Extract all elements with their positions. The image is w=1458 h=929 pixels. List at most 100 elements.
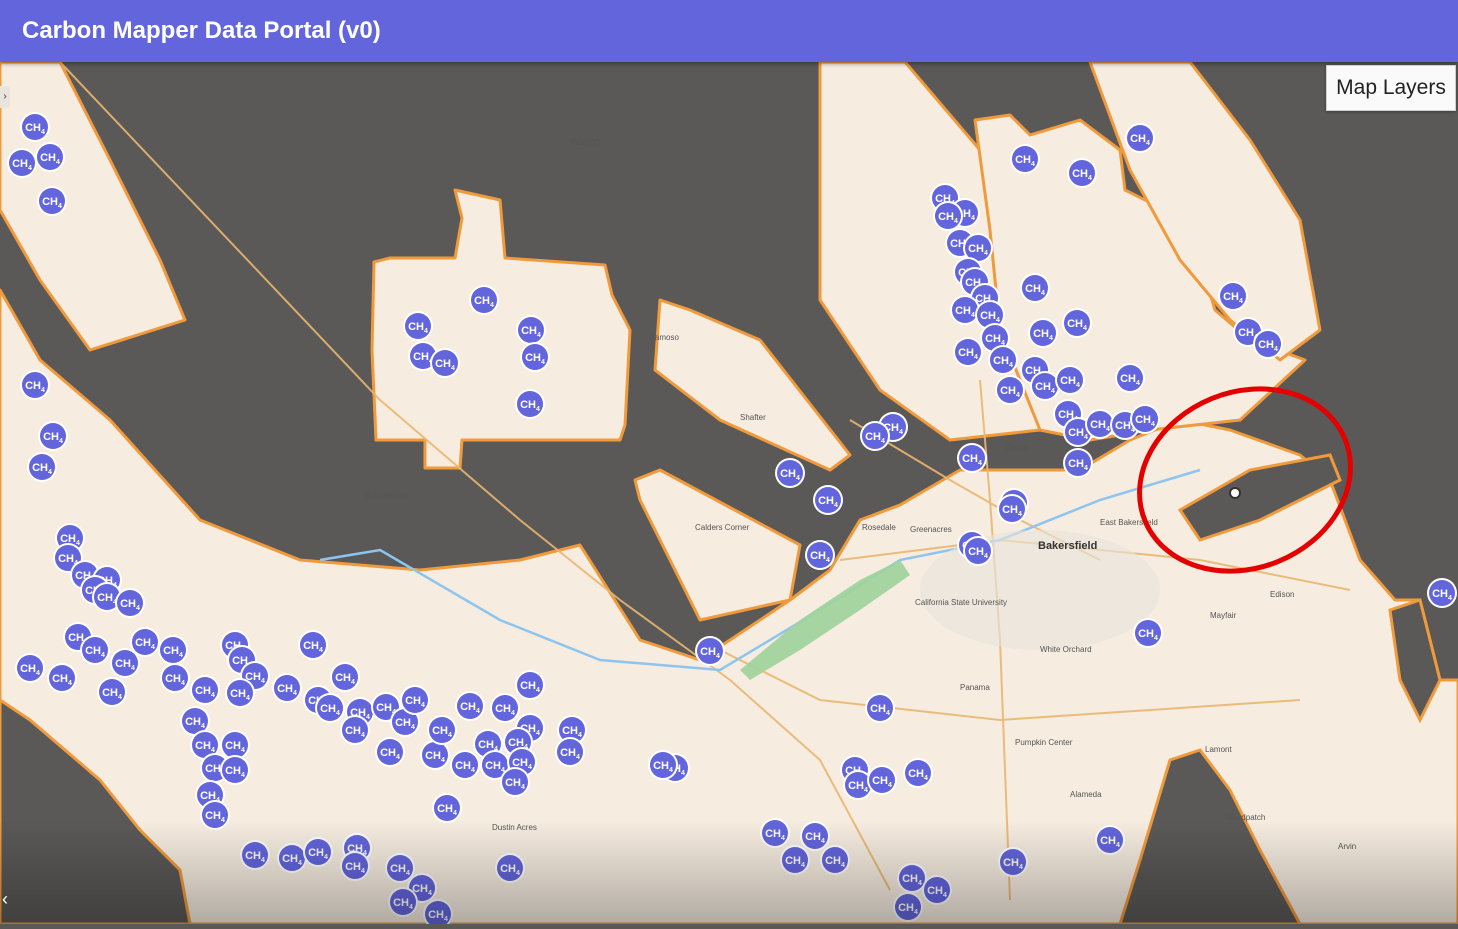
methane-plume-marker[interactable]: CH4	[220, 755, 250, 785]
methane-plume-marker[interactable]: CH4	[953, 337, 983, 367]
methane-plume-marker[interactable]: CH4	[893, 892, 923, 922]
methane-plume-marker[interactable]: CH4	[20, 112, 50, 142]
methane-plume-marker[interactable]: CH4	[340, 851, 370, 881]
methane-plume-marker[interactable]: CH4	[820, 845, 850, 875]
methane-plume-marker[interactable]: CH4	[865, 693, 895, 723]
methane-plume-marker[interactable]: CH4	[303, 837, 333, 867]
methane-plume-marker[interactable]: CH4	[160, 663, 190, 693]
methane-plume-marker[interactable]: CH4	[520, 342, 550, 372]
methane-plume-marker[interactable]: CH4	[80, 635, 110, 665]
methane-plume-marker[interactable]: CH4	[190, 675, 220, 705]
methane-plume-marker[interactable]: CH4	[500, 767, 530, 797]
place-label-oildale: Oildale	[1005, 443, 1030, 452]
methane-plume-marker[interactable]: CH4	[490, 693, 520, 723]
methane-plume-marker[interactable]: CH4	[515, 389, 545, 419]
methane-plume-marker[interactable]: CH4	[20, 370, 50, 400]
methane-plume-marker[interactable]: CH4	[200, 800, 230, 830]
methane-plume-marker[interactable]: CH4	[933, 201, 963, 231]
methane-plume-marker[interactable]: CH4	[225, 678, 255, 708]
methane-plume-marker[interactable]: CH4	[1028, 318, 1058, 348]
methane-plume-marker[interactable]: CH4	[922, 875, 952, 905]
methane-plume-marker[interactable]: CH4	[780, 845, 810, 875]
methane-plume-marker[interactable]: CH4	[1427, 578, 1457, 608]
methane-plume-marker[interactable]: CH4	[867, 765, 897, 795]
methane-plume-marker[interactable]: CH4	[35, 142, 65, 172]
methane-plume-marker[interactable]: CH4	[375, 737, 405, 767]
place-label-mayfair: Mayfair	[1210, 611, 1237, 620]
map-canvas[interactable]: Wasco Bakersfield Rosedale Greenacres Oi…	[0, 60, 1458, 929]
map-layers-label: Map Layers	[1336, 76, 1446, 99]
methane-plume-marker[interactable]: CH4	[495, 853, 525, 883]
methane-plume-marker[interactable]: CH4	[1130, 404, 1160, 434]
methane-plume-marker[interactable]: CH4	[340, 715, 370, 745]
methane-plume-marker[interactable]: CH4	[1067, 158, 1097, 188]
methane-plume-marker[interactable]: CH4	[1115, 363, 1145, 393]
methane-plume-marker[interactable]: CH4	[860, 421, 890, 451]
methane-plume-marker[interactable]: CH4	[430, 348, 460, 378]
place-label-famoso: Famoso	[650, 333, 679, 342]
methane-plume-marker[interactable]: CH4	[950, 295, 980, 325]
methane-plume-marker[interactable]: CH4	[1030, 371, 1060, 401]
methane-plume-marker[interactable]: CH4	[995, 375, 1025, 405]
methane-plume-marker[interactable]: CH4	[400, 685, 430, 715]
sidebar-toggle-top[interactable]: ›	[0, 86, 10, 108]
methane-plume-marker[interactable]: CH4	[515, 670, 545, 700]
methane-plume-marker[interactable]: CH4	[115, 588, 145, 618]
sidebar-toggle-bottom[interactable]: ‹	[2, 888, 18, 910]
methane-plume-marker[interactable]: CH4	[805, 540, 835, 570]
methane-plume-marker[interactable]: CH4	[469, 285, 499, 315]
place-label-csub: California State University	[915, 598, 1007, 607]
methane-plume-marker[interactable]: CH4	[330, 662, 360, 692]
methane-plume-marker[interactable]: CH4	[15, 653, 45, 683]
methane-plume-marker[interactable]: CH4	[388, 887, 418, 917]
methane-plume-marker[interactable]: CH4	[47, 663, 77, 693]
place-label-rosedale: Rosedale	[862, 523, 896, 532]
methane-plume-marker[interactable]: CH4	[1095, 825, 1125, 855]
methane-plume-marker[interactable]: CH4	[38, 421, 68, 451]
methane-plume-marker[interactable]: CH4	[516, 315, 546, 345]
methane-plume-marker[interactable]: CH4	[403, 311, 433, 341]
place-label-dustin-acres: Dustin Acres	[492, 823, 537, 832]
methane-plume-marker[interactable]: CH4	[432, 793, 462, 823]
methane-plume-marker[interactable]: CH4	[997, 494, 1027, 524]
methane-plume-marker[interactable]: CH4	[158, 635, 188, 665]
methane-plume-marker[interactable]: CH4	[648, 750, 678, 780]
methane-plume-marker[interactable]: CH4	[1010, 144, 1040, 174]
methane-plume-marker[interactable]: CH4	[37, 186, 67, 216]
methane-plume-marker[interactable]: CH4	[450, 750, 480, 780]
methane-plume-marker[interactable]: CH4	[277, 843, 307, 873]
methane-plume-marker[interactable]: CH4	[1062, 308, 1092, 338]
methane-plume-marker[interactable]: CH4	[7, 148, 37, 178]
methane-plume-marker[interactable]: CH4	[963, 536, 993, 566]
methane-plume-marker[interactable]: CH4	[988, 345, 1018, 375]
selected-location-pin[interactable]	[1229, 487, 1241, 499]
methane-plume-marker[interactable]: CH4	[1218, 281, 1248, 311]
methane-plume-marker[interactable]: CH4	[555, 737, 585, 767]
methane-plume-marker[interactable]: CH4	[427, 715, 457, 745]
methane-plume-marker[interactable]: CH4	[110, 648, 140, 678]
methane-plume-marker[interactable]: CH4	[1020, 273, 1050, 303]
methane-plume-marker[interactable]: CH4	[1253, 329, 1283, 359]
methane-plume-marker[interactable]: CH4	[1133, 618, 1163, 648]
methane-plume-marker[interactable]: CH4	[957, 443, 987, 473]
methane-plume-marker[interactable]: CH4	[813, 485, 843, 515]
methane-plume-marker[interactable]: CH4	[1125, 123, 1155, 153]
methane-plume-marker[interactable]: CH4	[298, 630, 328, 660]
methane-plume-marker[interactable]: CH4	[998, 847, 1028, 877]
methane-plume-marker[interactable]: CH4	[775, 458, 805, 488]
methane-plume-marker[interactable]: CH4	[272, 673, 302, 703]
methane-plume-marker[interactable]: CH4	[240, 840, 270, 870]
methane-plume-marker[interactable]: CH4	[1055, 365, 1085, 395]
methane-plume-marker[interactable]: CH4	[1063, 448, 1093, 478]
methane-plume-marker[interactable]: CH4	[455, 691, 485, 721]
methane-plume-marker[interactable]: CH4	[695, 636, 725, 666]
chevron-left-icon: ‹	[2, 889, 8, 909]
place-label-edison: Edison	[1270, 590, 1294, 599]
methane-plume-marker[interactable]: CH4	[800, 821, 830, 851]
map-layers-button[interactable]: Map Layers	[1326, 65, 1456, 111]
methane-plume-marker[interactable]: CH4	[27, 452, 57, 482]
methane-plume-marker[interactable]: CH4	[903, 758, 933, 788]
methane-plume-marker[interactable]: CH4	[97, 677, 127, 707]
methane-plume-marker[interactable]: CH4	[760, 818, 790, 848]
methane-plume-marker[interactable]: CH4	[315, 693, 345, 723]
